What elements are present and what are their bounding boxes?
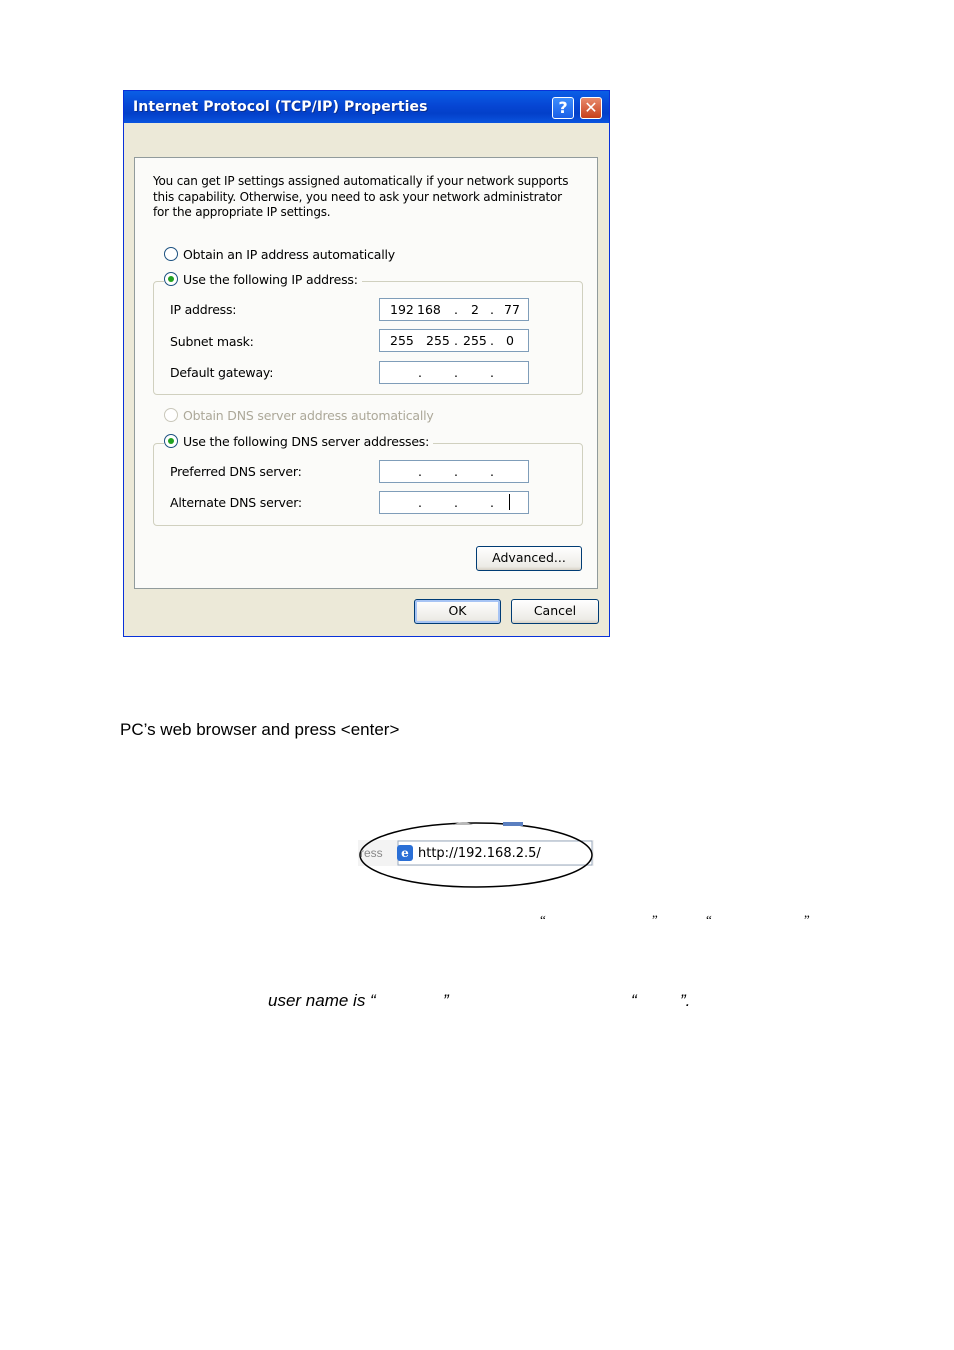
- radio-on-icon: [164, 272, 178, 286]
- close-icon: ✕: [584, 98, 598, 117]
- browser-address-snippet: ress e http://192.168.2.5/: [358, 820, 594, 890]
- dialog-title: Internet Protocol (TCP/IP) Properties: [133, 99, 428, 115]
- intro-text: You can get IP settings assigned automat…: [153, 174, 569, 219]
- help-button[interactable]: ?: [552, 97, 574, 119]
- address-label: ress: [360, 846, 383, 860]
- quote-open-2: “: [706, 912, 712, 927]
- use-dns-radio[interactable]: Use the following DNS server addresses:: [164, 434, 434, 450]
- default-gateway-field[interactable]: . . .: [379, 361, 529, 384]
- preferred-dns-field[interactable]: . . .: [379, 460, 529, 483]
- quote-open-1: “: [540, 912, 546, 927]
- radio-on-icon: [164, 434, 178, 448]
- help-icon: ?: [558, 98, 568, 117]
- radio-disabled-icon: [164, 408, 178, 422]
- ip-address-label: IP address:: [170, 302, 237, 317]
- dns-group: Preferred DNS server: . . . Alternate DN…: [153, 443, 583, 526]
- ip-address-group: IP address: 192 . 168 168 . 2 . 77 Subne…: [153, 281, 583, 395]
- url-field[interactable]: http://192.168.2.5/: [418, 846, 541, 861]
- alternate-dns-label: Alternate DNS server:: [170, 495, 302, 510]
- quote-close-1: ”: [652, 912, 658, 927]
- credential-prefix: user name is “: [268, 991, 376, 1010]
- alternate-dns-field[interactable]: . . .: [379, 491, 529, 514]
- text-cursor-icon: [509, 494, 510, 510]
- preferred-dns-label: Preferred DNS server:: [170, 464, 302, 479]
- use-ip-radio[interactable]: Use the following IP address:: [164, 272, 362, 288]
- credential-open2: “: [631, 991, 637, 1010]
- obtain-dns-radio[interactable]: Obtain DNS server address automatically: [164, 408, 438, 424]
- instruction-line: PC’s web browser and press <enter>: [120, 720, 400, 739]
- quote-close-2: ”: [804, 912, 810, 927]
- cancel-button[interactable]: Cancel: [511, 599, 599, 624]
- dialog-titlebar[interactable]: Internet Protocol (TCP/IP) Properties ? …: [124, 91, 609, 123]
- radio-off-icon: [164, 247, 178, 261]
- tcpip-properties-dialog: Internet Protocol (TCP/IP) Properties ? …: [123, 90, 610, 637]
- subnet-mask-label: Subnet mask:: [170, 334, 254, 349]
- ip-address-field[interactable]: 192 . 168 168 . 2 . 77: [379, 298, 529, 321]
- default-gateway-label: Default gateway:: [170, 365, 274, 380]
- subnet-mask-field[interactable]: 255 . 255 . 255 . 0: [379, 329, 529, 352]
- advanced-button[interactable]: Advanced...: [476, 546, 582, 571]
- general-tab-panel: You can get IP settings assigned automat…: [134, 157, 598, 589]
- obtain-ip-radio[interactable]: Obtain an IP address automatically: [164, 247, 399, 263]
- close-button[interactable]: ✕: [580, 97, 602, 119]
- credential-end: ”.: [680, 991, 691, 1010]
- credential-close: ”: [443, 991, 449, 1010]
- ie-page-icon: e: [397, 845, 413, 861]
- ok-button[interactable]: OK: [414, 599, 501, 624]
